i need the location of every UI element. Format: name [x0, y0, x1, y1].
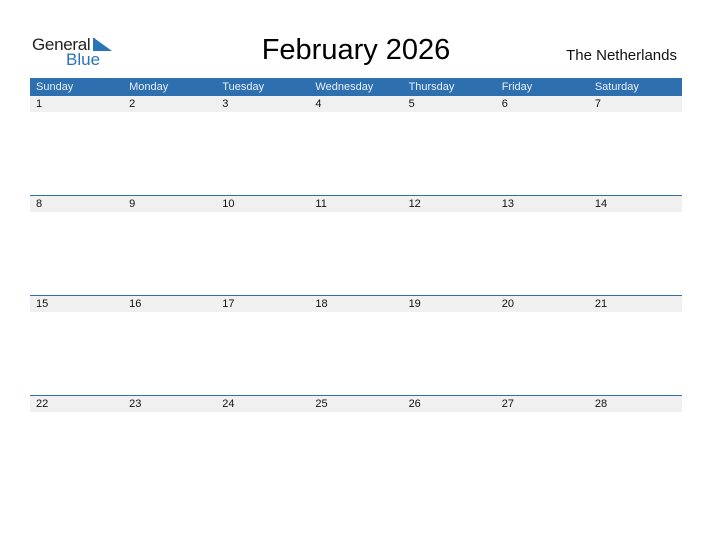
- day-cell: 10: [222, 198, 235, 210]
- day-cell: 19: [408, 298, 421, 310]
- day-cell: 11: [315, 198, 327, 210]
- country-label: The Netherlands: [566, 47, 677, 64]
- day-cell: 2: [129, 98, 136, 110]
- weekday-monday: Monday: [129, 81, 169, 93]
- day-cell: 8: [36, 198, 43, 210]
- day-cell: 6: [501, 98, 508, 110]
- week-row: 1 2 3 4 5 6 7: [30, 96, 682, 195]
- day-cell: 28: [594, 398, 608, 410]
- day-cell: 17: [222, 298, 235, 310]
- date-band: 22 23 24 25 26 27 28: [30, 396, 682, 412]
- day-cell: 26: [408, 398, 421, 410]
- day-cell: 3: [222, 98, 229, 110]
- weekday-header: Sunday Monday Tuesday Wednesday Thursday…: [30, 78, 682, 96]
- day-cell: 7: [594, 98, 601, 110]
- day-cell: 27: [501, 398, 514, 410]
- weekday-tuesday: Tuesday: [222, 81, 265, 93]
- week-row: 15 16 17 18 19 20 21: [30, 295, 682, 395]
- day-cell: 16: [129, 298, 142, 310]
- date-band: 15 16 17 18 19 20 21: [30, 296, 682, 312]
- day-cell: 15: [36, 298, 49, 310]
- weekday-wednesday: Wednesday: [315, 81, 374, 93]
- weekday-saturday: Saturday: [594, 81, 639, 93]
- day-cell: 20: [501, 298, 514, 310]
- date-band: 1 2 3 4 5 6 7: [30, 96, 682, 112]
- day-cell: 23: [129, 398, 142, 410]
- weekday-friday: Friday: [501, 81, 533, 93]
- day-cell: 1: [36, 98, 43, 110]
- day-cell: 13: [501, 198, 514, 210]
- weekday-thursday: Thursday: [408, 81, 455, 93]
- day-cell: 12: [408, 198, 421, 210]
- day-cell: 25: [315, 398, 328, 410]
- week-row: 22 23 24 25 26 27 28: [30, 395, 682, 495]
- day-cell: 9: [129, 198, 136, 210]
- day-cell: 4: [315, 98, 322, 110]
- day-cell: 5: [408, 98, 415, 110]
- day-cell: 22: [36, 398, 49, 410]
- weekday-sunday: Sunday: [36, 81, 74, 93]
- date-band: 8 9 10 11 12 13 14: [30, 196, 682, 212]
- day-cell: 24: [222, 398, 235, 410]
- week-row: 8 9 10 11 12 13 14: [30, 195, 682, 295]
- calendar-grid: Sunday Monday Tuesday Wednesday Thursday…: [30, 78, 682, 495]
- day-cell: 14: [594, 198, 608, 210]
- day-cell: 18: [315, 298, 328, 310]
- day-cell: 21: [594, 298, 608, 310]
